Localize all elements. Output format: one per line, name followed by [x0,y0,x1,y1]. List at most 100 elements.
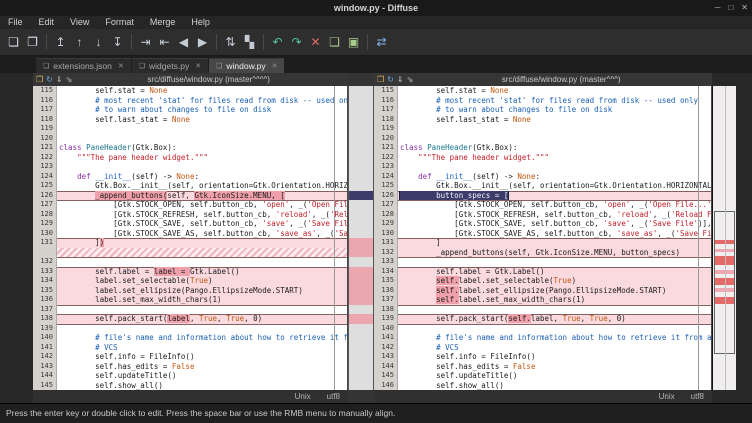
copy-selection-left-button[interactable]: ⇤ [155,32,174,52]
code-line[interactable]: self.info = FileInfo() [398,352,711,362]
realign-all-button[interactable]: ⇅ [221,32,240,52]
code-line[interactable]: self.show_all() [398,381,711,391]
code-line[interactable]: # file's name and information about how … [57,333,347,343]
shift-pane-left-button[interactable]: ◀ [174,32,193,52]
code-line[interactable]: ] [398,238,711,248]
code-line[interactable]: """The pane header widget.""" [57,153,347,163]
tab-extensions-json[interactable]: ❏extensions.json✕ [36,58,131,73]
code-line[interactable] [57,257,347,267]
code-line[interactable]: [Gtk.STOCK_SAVE_AS, self.button_cb, 'sav… [57,229,347,239]
code-line[interactable] [57,248,347,258]
swap-panes-button[interactable]: ⇄ [372,32,391,52]
title-bar[interactable]: window.py - Diffuse ─□✕ [0,0,752,16]
paste-button[interactable]: ▣ [344,32,363,52]
code-line[interactable]: self.pack_start(label, True, True, 0) [57,314,347,324]
close-button[interactable]: ✕ [741,0,748,16]
close-tab-icon[interactable]: ✕ [195,62,201,70]
code-line[interactable] [57,124,347,134]
code-line[interactable]: label.set_ellipsize(Pango.EllipsizeMode.… [57,286,347,296]
code-line[interactable]: self.stat = None [398,86,711,96]
save-file-button[interactable]: ⇓ [56,73,63,86]
close-tab-icon[interactable]: ✕ [118,62,124,70]
code-line[interactable]: self.has_edits = False [57,362,347,372]
code-line[interactable]: _append_buttons(self, Gtk.IconSize.MENU,… [57,191,347,201]
code-line[interactable] [398,134,711,144]
code-line[interactable]: """The pane header widget.""" [398,153,711,163]
maximize-button[interactable]: □ [728,0,733,16]
code-line[interactable]: def __init__(self) -> None: [398,172,711,182]
code-line[interactable]: self.pack_start(self.label, True, True, … [398,314,711,324]
code-line[interactable]: [Gtk.STOCK_SAVE, self.button_cb, 'save',… [57,219,347,229]
reload-file-button[interactable]: ↻ [387,73,394,86]
open-file-button[interactable]: ❒ [36,73,43,86]
code-line[interactable]: self.label.set_selectable(True) [398,276,711,286]
code-line[interactable]: self.updateTitle() [398,371,711,381]
left-code-pane[interactable]: 115 self.stat = None116 # most recent 's… [33,86,348,390]
menu-item-view[interactable]: View [62,16,97,29]
code-line[interactable]: self.info = FileInfo() [57,352,347,362]
code-line[interactable]: def __init__(self) -> None: [57,172,347,182]
code-line[interactable]: ]) [57,238,347,248]
code-line[interactable] [398,324,711,334]
next-difference-button[interactable]: ↓ [89,32,108,52]
close-tab-icon[interactable]: ✕ [272,62,278,70]
tab-widgets-py[interactable]: ❏widgets.py✕ [132,58,208,73]
right-code-pane[interactable]: 115 self.stat = None116 # most recent 's… [374,86,712,390]
save-file-as-button[interactable]: ⇘ [407,73,414,86]
new-2way-file-merge-button[interactable]: ❏ [4,32,23,52]
minimize-button[interactable]: ─ [715,0,721,16]
code-line[interactable] [57,324,347,334]
code-line[interactable]: # most recent 'stat' for files read from… [398,96,711,106]
code-line[interactable]: self.label.set_ellipsize(Pango.Ellipsize… [398,286,711,296]
code-line[interactable]: [Gtk.STOCK_REFRESH, self.button_cb, 'rel… [398,210,711,220]
code-line[interactable]: self.stat = None [57,86,347,96]
code-line[interactable]: _append_buttons(self, Gtk.IconSize.MENU,… [398,248,711,258]
diff-map[interactable] [712,86,736,390]
save-file-button[interactable]: ⇓ [397,73,404,86]
code-line[interactable]: self.label.set_max_width_chars(1) [398,295,711,305]
redo-button[interactable]: ↷ [287,32,306,52]
isolate-button[interactable]: ▚ [240,32,259,52]
code-line[interactable]: button_specs = [ [398,191,711,201]
code-line[interactable]: self.last_stat = None [398,115,711,125]
code-line[interactable]: Gtk.Box.__init__(self, orientation=Gtk.O… [398,181,711,191]
code-line[interactable]: class PaneHeader(Gtk.Box): [398,143,711,153]
code-line[interactable]: self.label = Gtk.Label() [398,267,711,277]
code-line[interactable]: # to warn about changes to file on disk [57,105,347,115]
code-line[interactable] [57,134,347,144]
code-line[interactable]: self.show_all() [57,381,347,391]
menu-item-format[interactable]: Format [97,16,142,29]
code-line[interactable]: # most recent 'stat' for files read from… [57,96,347,106]
code-line[interactable]: [Gtk.STOCK_OPEN, self.button_cb, 'open',… [57,200,347,210]
code-line[interactable]: self.label = label = Gtk.Label() [57,267,347,277]
code-line[interactable]: self.updateTitle() [57,371,347,381]
new-3way-file-merge-button[interactable]: ❐ [23,32,42,52]
code-line[interactable] [398,305,711,315]
tab-window-py[interactable]: ❏window.py✕ [209,58,284,73]
clear-edits-button[interactable]: ✕ [306,32,325,52]
code-line[interactable]: self.has_edits = False [398,362,711,372]
open-file-button[interactable]: ❒ [377,73,384,86]
code-line[interactable] [398,162,711,172]
menu-item-file[interactable]: File [0,16,31,29]
code-line[interactable]: # VCS [57,343,347,353]
code-line[interactable]: [Gtk.STOCK_REFRESH, self.button_cb, 'rel… [57,210,347,220]
code-line[interactable] [398,124,711,134]
code-line[interactable]: # file's name and information about how … [398,333,711,343]
save-file-as-button[interactable]: ⇘ [66,73,73,86]
last-difference-button[interactable]: ↧ [108,32,127,52]
copy-selection-right-button[interactable]: ⇥ [136,32,155,52]
code-line[interactable]: self.last_stat = None [57,115,347,125]
code-line[interactable]: Gtk.Box.__init__(self, orientation=Gtk.O… [57,181,347,191]
menu-item-help[interactable]: Help [183,16,218,29]
code-line[interactable]: [Gtk.STOCK_OPEN, self.button_cb, 'open',… [398,200,711,210]
copy-button[interactable]: ❑ [325,32,344,52]
code-line[interactable]: [Gtk.STOCK_SAVE_AS, self.button_cb, 'sav… [398,229,711,239]
code-line[interactable]: label.set_max_width_chars(1) [57,295,347,305]
code-line[interactable] [57,305,347,315]
code-line[interactable]: # to warn about changes to file on disk [398,105,711,115]
first-difference-button[interactable]: ↥ [51,32,70,52]
map-viewport[interactable] [714,211,735,354]
code-line[interactable] [398,257,711,267]
code-line[interactable]: # VCS [398,343,711,353]
